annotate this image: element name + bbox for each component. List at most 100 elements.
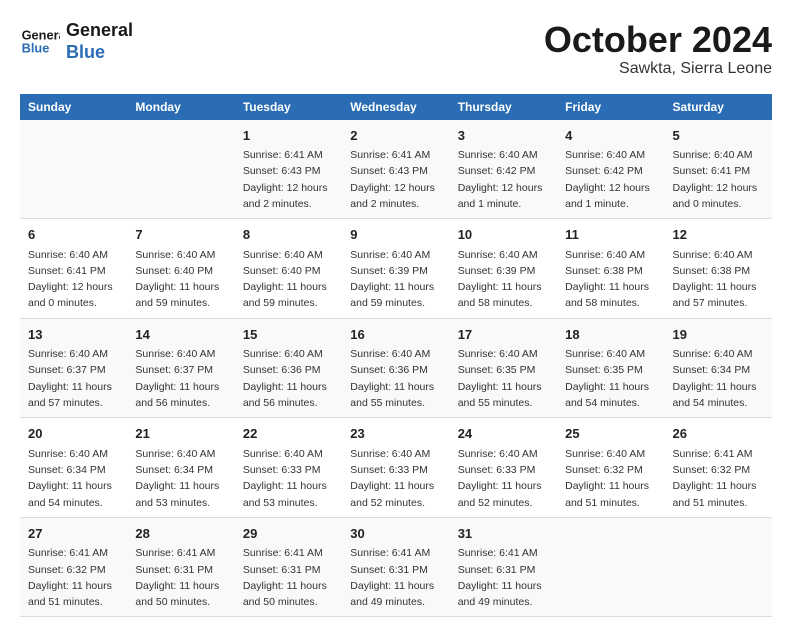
day-info: Sunrise: 6:41 AM Sunset: 6:43 PM Dayligh… (350, 147, 441, 212)
calendar-cell: 10Sunrise: 6:40 AM Sunset: 6:39 PM Dayli… (450, 219, 557, 319)
day-info: Sunrise: 6:40 AM Sunset: 6:33 PM Dayligh… (350, 446, 441, 511)
day-number: 2 (350, 126, 441, 146)
calendar-cell: 16Sunrise: 6:40 AM Sunset: 6:36 PM Dayli… (342, 318, 449, 418)
day-number: 26 (673, 424, 764, 444)
weekday-header: Tuesday (235, 94, 342, 120)
day-info: Sunrise: 6:41 AM Sunset: 6:32 PM Dayligh… (28, 545, 119, 610)
calendar-cell: 19Sunrise: 6:40 AM Sunset: 6:34 PM Dayli… (665, 318, 772, 418)
day-info: Sunrise: 6:40 AM Sunset: 6:36 PM Dayligh… (350, 346, 441, 411)
day-info: Sunrise: 6:40 AM Sunset: 6:42 PM Dayligh… (458, 147, 549, 212)
day-number: 15 (243, 325, 334, 345)
calendar-cell: 23Sunrise: 6:40 AM Sunset: 6:33 PM Dayli… (342, 418, 449, 518)
calendar-table: SundayMondayTuesdayWednesdayThursdayFrid… (20, 94, 772, 618)
day-number: 23 (350, 424, 441, 444)
weekday-header: Wednesday (342, 94, 449, 120)
calendar-cell (665, 517, 772, 617)
day-number: 11 (565, 225, 656, 245)
calendar-cell: 9Sunrise: 6:40 AM Sunset: 6:39 PM Daylig… (342, 219, 449, 319)
day-info: Sunrise: 6:40 AM Sunset: 6:38 PM Dayligh… (673, 247, 764, 312)
calendar-cell: 21Sunrise: 6:40 AM Sunset: 6:34 PM Dayli… (127, 418, 234, 518)
day-info: Sunrise: 6:41 AM Sunset: 6:31 PM Dayligh… (350, 545, 441, 610)
day-number: 13 (28, 325, 119, 345)
day-number: 24 (458, 424, 549, 444)
calendar-cell: 15Sunrise: 6:40 AM Sunset: 6:36 PM Dayli… (235, 318, 342, 418)
location-subtitle: Sawkta, Sierra Leone (544, 60, 772, 78)
day-info: Sunrise: 6:40 AM Sunset: 6:39 PM Dayligh… (350, 247, 441, 312)
calendar-cell: 17Sunrise: 6:40 AM Sunset: 6:35 PM Dayli… (450, 318, 557, 418)
day-info: Sunrise: 6:40 AM Sunset: 6:37 PM Dayligh… (135, 346, 226, 411)
day-number: 14 (135, 325, 226, 345)
calendar-cell: 14Sunrise: 6:40 AM Sunset: 6:37 PM Dayli… (127, 318, 234, 418)
day-info: Sunrise: 6:40 AM Sunset: 6:33 PM Dayligh… (243, 446, 334, 511)
calendar-cell: 8Sunrise: 6:40 AM Sunset: 6:40 PM Daylig… (235, 219, 342, 319)
calendar-cell: 29Sunrise: 6:41 AM Sunset: 6:31 PM Dayli… (235, 517, 342, 617)
calendar-cell: 20Sunrise: 6:40 AM Sunset: 6:34 PM Dayli… (20, 418, 127, 518)
day-info: Sunrise: 6:41 AM Sunset: 6:43 PM Dayligh… (243, 147, 334, 212)
day-info: Sunrise: 6:40 AM Sunset: 6:42 PM Dayligh… (565, 147, 656, 212)
day-number: 6 (28, 225, 119, 245)
calendar-cell (127, 120, 234, 219)
weekday-header: Sunday (20, 94, 127, 120)
logo: General Blue General Blue (20, 20, 133, 63)
logo-line1: General (66, 20, 133, 42)
day-info: Sunrise: 6:40 AM Sunset: 6:33 PM Dayligh… (458, 446, 549, 511)
calendar-cell: 31Sunrise: 6:41 AM Sunset: 6:31 PM Dayli… (450, 517, 557, 617)
calendar-cell: 7Sunrise: 6:40 AM Sunset: 6:40 PM Daylig… (127, 219, 234, 319)
day-info: Sunrise: 6:41 AM Sunset: 6:31 PM Dayligh… (458, 545, 549, 610)
day-number: 12 (673, 225, 764, 245)
day-number: 17 (458, 325, 549, 345)
logo-icon: General Blue (20, 22, 60, 62)
day-number: 27 (28, 524, 119, 544)
page-header: General Blue General Blue October 2024 S… (20, 20, 772, 78)
day-info: Sunrise: 6:40 AM Sunset: 6:40 PM Dayligh… (135, 247, 226, 312)
day-info: Sunrise: 6:40 AM Sunset: 6:40 PM Dayligh… (243, 247, 334, 312)
calendar-cell (557, 517, 664, 617)
weekday-header: Monday (127, 94, 234, 120)
title-block: October 2024 Sawkta, Sierra Leone (544, 20, 772, 78)
day-info: Sunrise: 6:40 AM Sunset: 6:37 PM Dayligh… (28, 346, 119, 411)
day-number: 16 (350, 325, 441, 345)
day-info: Sunrise: 6:40 AM Sunset: 6:38 PM Dayligh… (565, 247, 656, 312)
day-number: 22 (243, 424, 334, 444)
day-number: 30 (350, 524, 441, 544)
day-number: 18 (565, 325, 656, 345)
calendar-cell: 24Sunrise: 6:40 AM Sunset: 6:33 PM Dayli… (450, 418, 557, 518)
day-info: Sunrise: 6:41 AM Sunset: 6:32 PM Dayligh… (673, 446, 764, 511)
calendar-cell: 1Sunrise: 6:41 AM Sunset: 6:43 PM Daylig… (235, 120, 342, 219)
calendar-cell: 11Sunrise: 6:40 AM Sunset: 6:38 PM Dayli… (557, 219, 664, 319)
day-number: 9 (350, 225, 441, 245)
day-info: Sunrise: 6:40 AM Sunset: 6:34 PM Dayligh… (673, 346, 764, 411)
day-number: 31 (458, 524, 549, 544)
logo-line2: Blue (66, 42, 133, 64)
day-info: Sunrise: 6:41 AM Sunset: 6:31 PM Dayligh… (243, 545, 334, 610)
day-number: 4 (565, 126, 656, 146)
day-info: Sunrise: 6:40 AM Sunset: 6:34 PM Dayligh… (135, 446, 226, 511)
calendar-cell: 4Sunrise: 6:40 AM Sunset: 6:42 PM Daylig… (557, 120, 664, 219)
day-number: 10 (458, 225, 549, 245)
day-number: 3 (458, 126, 549, 146)
day-info: Sunrise: 6:40 AM Sunset: 6:39 PM Dayligh… (458, 247, 549, 312)
calendar-cell: 6Sunrise: 6:40 AM Sunset: 6:41 PM Daylig… (20, 219, 127, 319)
day-info: Sunrise: 6:40 AM Sunset: 6:41 PM Dayligh… (673, 147, 764, 212)
weekday-header: Friday (557, 94, 664, 120)
calendar-cell: 13Sunrise: 6:40 AM Sunset: 6:37 PM Dayli… (20, 318, 127, 418)
calendar-cell: 25Sunrise: 6:40 AM Sunset: 6:32 PM Dayli… (557, 418, 664, 518)
day-number: 7 (135, 225, 226, 245)
day-number: 1 (243, 126, 334, 146)
calendar-cell: 30Sunrise: 6:41 AM Sunset: 6:31 PM Dayli… (342, 517, 449, 617)
calendar-cell: 22Sunrise: 6:40 AM Sunset: 6:33 PM Dayli… (235, 418, 342, 518)
calendar-cell: 28Sunrise: 6:41 AM Sunset: 6:31 PM Dayli… (127, 517, 234, 617)
day-number: 5 (673, 126, 764, 146)
month-title: October 2024 (544, 20, 772, 60)
day-info: Sunrise: 6:40 AM Sunset: 6:32 PM Dayligh… (565, 446, 656, 511)
day-info: Sunrise: 6:40 AM Sunset: 6:36 PM Dayligh… (243, 346, 334, 411)
day-number: 20 (28, 424, 119, 444)
day-number: 19 (673, 325, 764, 345)
weekday-header: Thursday (450, 94, 557, 120)
svg-text:Blue: Blue (22, 40, 50, 55)
day-number: 29 (243, 524, 334, 544)
day-info: Sunrise: 6:41 AM Sunset: 6:31 PM Dayligh… (135, 545, 226, 610)
day-number: 28 (135, 524, 226, 544)
calendar-cell: 12Sunrise: 6:40 AM Sunset: 6:38 PM Dayli… (665, 219, 772, 319)
day-info: Sunrise: 6:40 AM Sunset: 6:41 PM Dayligh… (28, 247, 119, 312)
